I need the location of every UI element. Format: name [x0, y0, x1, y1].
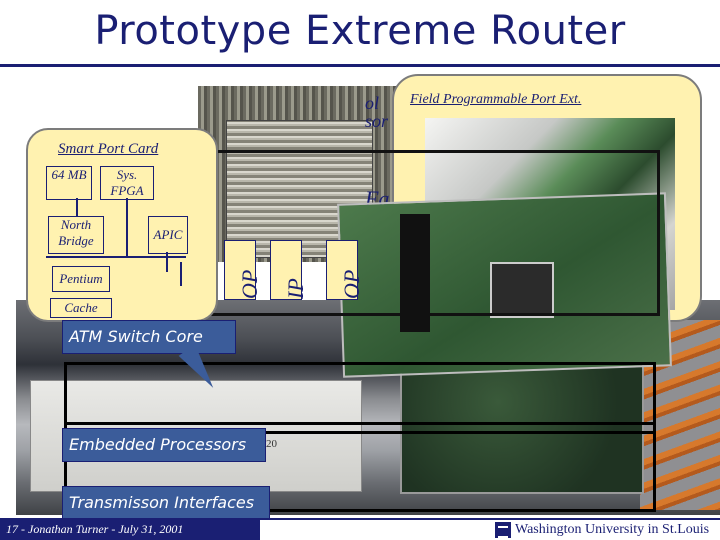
embedded-processors-caption: Embedded Processors	[62, 428, 266, 462]
spc-arrow	[180, 262, 182, 286]
output-port-label-2: OP	[326, 240, 364, 300]
shield-icon	[495, 522, 511, 538]
output-port-text-2: OP	[339, 269, 364, 299]
transmission-interfaces-caption: Transmisson Interfaces	[62, 486, 270, 520]
output-port-text: OP	[237, 269, 262, 299]
atm-switch-core-caption: ATM Switch Core	[62, 320, 236, 354]
fpx-title: Field Programmable Port Ext.	[410, 92, 582, 107]
slide-title: Prototype Extreme Router	[94, 8, 626, 54]
apic-link-line	[166, 252, 168, 272]
control-label-line1: ol	[365, 93, 380, 113]
input-port-text: IP	[283, 278, 308, 299]
university-logo: Washington University in St.Louis	[495, 521, 715, 539]
output-port-label: OP	[224, 240, 262, 300]
control-processor-label: ol sor	[365, 94, 388, 130]
pci-bus-line	[46, 256, 186, 258]
apic-box: APIC	[148, 216, 188, 254]
smart-port-card-title: Smart Port Card	[58, 141, 159, 157]
footer-text: 17 - Jonathan Turner - July 31, 2001	[6, 522, 184, 536]
university-logo-text: Washington University in St.Louis	[515, 522, 710, 537]
input-port-label: IP	[270, 240, 308, 300]
memory-box: 64 MB	[46, 166, 92, 200]
cache-box: Cache	[50, 298, 112, 318]
fpga-box: Sys. FPGA	[100, 166, 154, 200]
pentium-box: Pentium	[52, 266, 110, 292]
fpga-link-line	[126, 198, 128, 256]
control-label-line2: sor	[365, 111, 389, 131]
north-bridge-box: North Bridge	[48, 216, 104, 254]
title-divider	[0, 64, 720, 67]
memory-link-line	[76, 198, 78, 216]
